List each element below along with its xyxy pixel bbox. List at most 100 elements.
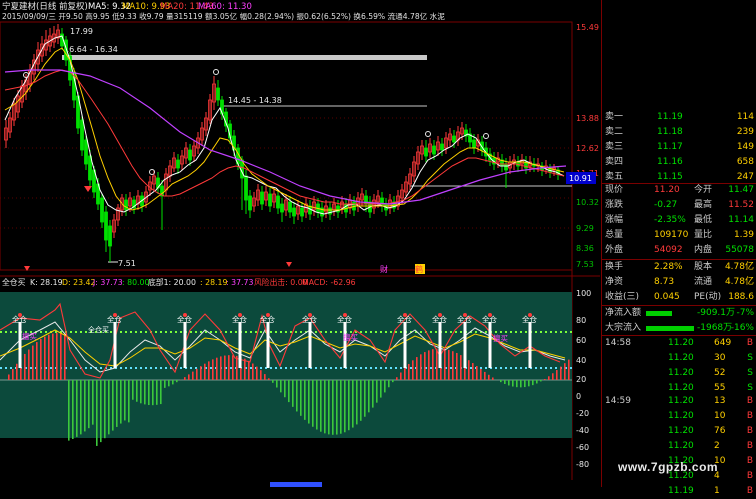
macd-bar bbox=[248, 361, 250, 380]
candle-body[interactable] bbox=[301, 208, 304, 216]
buy-hint-label: 擅买 bbox=[343, 332, 358, 342]
stat-row[interactable]: 现价11.20今开11.47 bbox=[602, 183, 756, 198]
candle-body[interactable] bbox=[441, 144, 444, 150]
ask-row[interactable]: 卖一11.19114 bbox=[602, 110, 756, 125]
buy-signal-post bbox=[239, 322, 242, 368]
stat-row[interactable]: 涨幅-2.35%最低11.14 bbox=[602, 213, 756, 228]
trade-row[interactable]: 11.2076B bbox=[602, 424, 756, 439]
ind-v1: : 28.19 bbox=[200, 278, 227, 287]
candle-body[interactable] bbox=[217, 88, 220, 100]
candle-body[interactable] bbox=[381, 198, 384, 206]
candle-body[interactable] bbox=[269, 194, 272, 206]
stat-label: 涨幅 bbox=[605, 213, 623, 228]
trade-price: 11.20 bbox=[668, 394, 694, 409]
macd-bar bbox=[8, 374, 10, 380]
macd-bar bbox=[504, 380, 506, 384]
macd-bar bbox=[160, 380, 162, 404]
macd-bar bbox=[568, 360, 570, 380]
stat-row[interactable]: 收益(三)0.045PE(动)188.6 bbox=[602, 290, 756, 305]
macd-bar bbox=[380, 380, 382, 398]
ask-row[interactable]: 卖二11.18239 bbox=[602, 125, 756, 140]
kdj-j: J: 37.73 bbox=[92, 278, 123, 287]
buy-signal-post bbox=[404, 322, 407, 368]
macd-bar bbox=[116, 380, 118, 427]
signal-dot-icon bbox=[403, 313, 407, 317]
trade-row[interactable]: 11.2010B bbox=[602, 409, 756, 424]
event-marker-cai[interactable]: 财 bbox=[380, 264, 388, 274]
candle-body[interactable] bbox=[125, 200, 128, 210]
stat-value: 188.6 bbox=[728, 290, 754, 305]
trade-row[interactable]: 14:5811.20649B bbox=[602, 336, 756, 351]
stat-row[interactable]: 净资8.73流通4.78亿 bbox=[602, 275, 756, 290]
flow-bar bbox=[646, 326, 694, 331]
trade-row[interactable]: 11.202B bbox=[602, 439, 756, 454]
candle-body[interactable] bbox=[433, 146, 436, 154]
indicator-name[interactable]: 全仓买 bbox=[2, 277, 26, 287]
scrollbar-thumb[interactable] bbox=[270, 482, 322, 487]
signal-dot-icon bbox=[18, 313, 22, 317]
macd-bar bbox=[344, 380, 346, 432]
ask-row[interactable]: 卖三11.17149 bbox=[602, 140, 756, 155]
stat-value: 4.78亿 bbox=[725, 260, 754, 275]
candle-body[interactable] bbox=[277, 196, 280, 208]
stat-row[interactable]: 总量109170量比1.39 bbox=[602, 228, 756, 243]
macd-bar bbox=[292, 380, 294, 407]
macd-bar bbox=[140, 380, 142, 403]
candle-body[interactable] bbox=[81, 120, 84, 150]
stat-row[interactable]: 换手2.28%股本4.78亿 bbox=[602, 260, 756, 275]
trade-time: 14:58 bbox=[605, 336, 631, 351]
candle-body[interactable] bbox=[473, 140, 476, 148]
stat-label: 内盘 bbox=[694, 243, 712, 258]
ind-tick: -80 bbox=[576, 460, 589, 469]
trade-row[interactable]: 11.2052S bbox=[602, 366, 756, 381]
ask-label: 卖三 bbox=[605, 140, 623, 155]
candle-body[interactable] bbox=[281, 204, 284, 212]
price-tick: 9.29 bbox=[576, 224, 594, 233]
candle-body[interactable] bbox=[105, 212, 108, 240]
trade-side: B bbox=[747, 469, 753, 484]
candle-body[interactable] bbox=[177, 160, 180, 168]
candle-body[interactable] bbox=[261, 192, 264, 204]
macd-bar bbox=[320, 380, 322, 432]
ask-volume: 658 bbox=[737, 155, 754, 170]
macd-bar bbox=[228, 355, 230, 380]
macd-bar bbox=[272, 380, 274, 383]
candle-body[interactable] bbox=[189, 150, 192, 160]
macd-bar bbox=[372, 380, 374, 408]
candle-body[interactable] bbox=[293, 208, 296, 216]
trade-row[interactable]: 14:5911.2013B bbox=[602, 394, 756, 409]
candle-body[interactable] bbox=[505, 164, 508, 170]
trade-price: 11.20 bbox=[668, 366, 694, 381]
kline-chart-area[interactable]: 宁夏建材(日线 前复权) MA5: 9.32 MA10: 9.93 MA20: … bbox=[0, 0, 600, 487]
macd-bar bbox=[468, 360, 470, 380]
macd-bar bbox=[308, 380, 310, 424]
candle-body[interactable] bbox=[425, 148, 428, 156]
buy-hint-label: 擅买 bbox=[22, 331, 37, 341]
stat-value: 0.045 bbox=[654, 290, 680, 305]
candle-body[interactable] bbox=[109, 226, 112, 246]
macd-bar bbox=[168, 380, 170, 386]
range-label-14: 14.45 - 14.38 bbox=[228, 96, 282, 105]
event-marker-jing[interactable]: 鹤 bbox=[415, 264, 423, 274]
macd-bar bbox=[340, 380, 342, 434]
ask-row[interactable]: 卖四11.16658 bbox=[602, 155, 756, 170]
macd-bar bbox=[56, 333, 58, 380]
candle-body[interactable] bbox=[245, 176, 248, 200]
trade-side: S bbox=[747, 351, 753, 366]
trade-row[interactable]: 11.191B bbox=[602, 484, 756, 499]
candle-body[interactable] bbox=[101, 198, 104, 222]
macd-bar bbox=[36, 342, 38, 380]
candle-body[interactable] bbox=[85, 140, 88, 164]
macd-bar bbox=[488, 375, 490, 380]
stat-row[interactable]: 涨跌-0.27最高11.52 bbox=[602, 198, 756, 213]
stat-row[interactable]: 外盘54092内盘55078 bbox=[602, 243, 756, 258]
kdj-d: D: 23.42 bbox=[62, 278, 95, 287]
arrow-up-icon bbox=[214, 70, 219, 75]
macd-value: MACD: -62.96 bbox=[302, 278, 356, 287]
candle-body[interactable] bbox=[289, 202, 292, 212]
trade-row[interactable]: 11.2030S bbox=[602, 351, 756, 366]
quote-panel: 卖一11.19114卖二11.18239卖三11.17149卖四11.16658… bbox=[601, 0, 756, 487]
flow-row[interactable]: 净流入额-909.1万-7% bbox=[602, 306, 756, 321]
candle-body[interactable] bbox=[249, 196, 252, 210]
candle-body[interactable] bbox=[453, 136, 456, 142]
